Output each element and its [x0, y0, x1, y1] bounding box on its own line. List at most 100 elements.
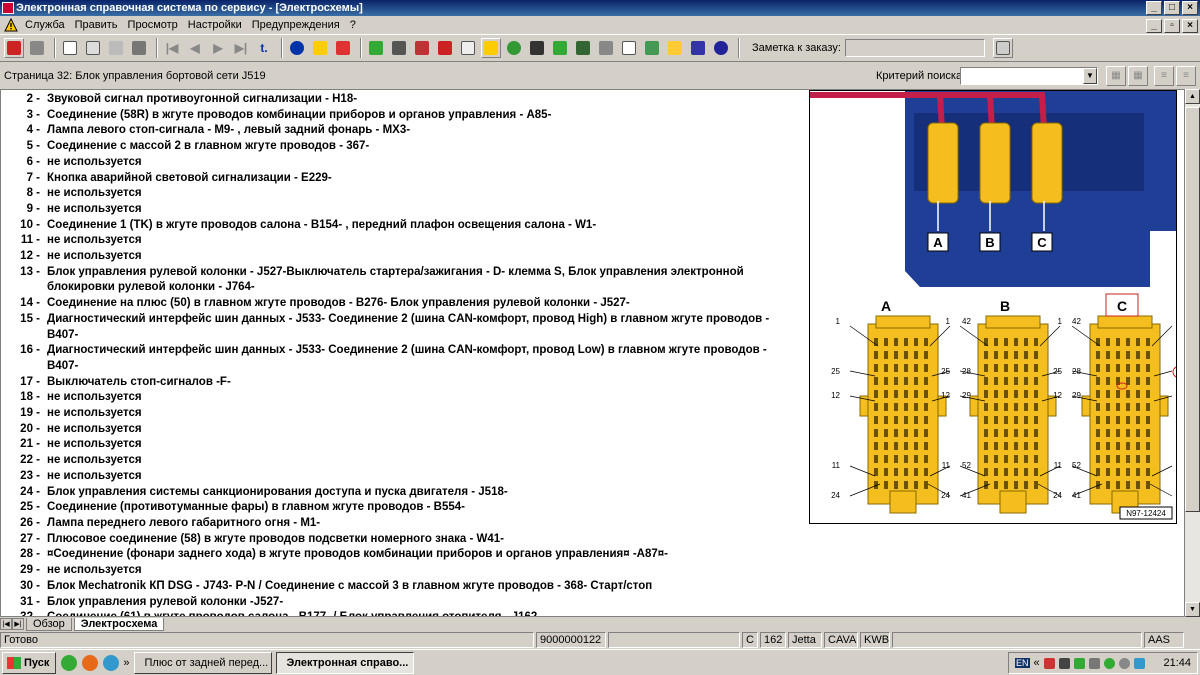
pin-label-tr: 42 — [962, 317, 971, 326]
tray-icon-1[interactable] — [1043, 657, 1055, 669]
menu-settings[interactable]: Настройки — [183, 16, 247, 34]
tool-icon-8[interactable] — [573, 38, 593, 58]
scroll-down-icon[interactable]: ▼ — [1185, 602, 1200, 617]
pin-number: 17 - — [20, 375, 40, 388]
vertical-scrollbar[interactable]: ▲ ▼ — [1185, 89, 1200, 617]
tool-icon-11[interactable] — [665, 38, 685, 58]
tray-icon-5[interactable] — [1103, 657, 1115, 669]
tool-icon-3[interactable] — [412, 38, 432, 58]
mdi-close-button[interactable]: × — [1182, 19, 1198, 33]
order-note-input[interactable] — [844, 39, 985, 57]
pin-description: не используется — [47, 438, 142, 451]
tool-icon-6[interactable] — [527, 38, 547, 58]
edit-document-icon[interactable] — [83, 38, 103, 58]
pin-description: ¤Соединение (фонари заднего хода) в жгут… — [47, 548, 669, 561]
pin-number: 30 - — [20, 579, 40, 592]
tool-icon-9[interactable] — [596, 38, 616, 58]
close-button[interactable]: × — [1182, 1, 1198, 15]
pin-description: не используется — [47, 391, 142, 404]
chevron-down-icon[interactable]: ▼ — [1083, 68, 1097, 84]
tool-icon-12[interactable] — [688, 38, 708, 58]
tool-icon-4[interactable] — [435, 38, 455, 58]
car-icon[interactable] — [129, 38, 149, 58]
quicklaunch-icon-2[interactable] — [103, 654, 120, 671]
tray-icon-3[interactable] — [1073, 657, 1085, 669]
menu-help[interactable]: ? — [345, 16, 361, 34]
tool-icon-10[interactable] — [642, 38, 662, 58]
pin-row: 5 - Соединение с массой 2 в главном жгуте… — [1, 139, 801, 155]
prev-page-icon[interactable]: ◀ — [185, 38, 205, 58]
pin-row: 22 - не используется — [1, 453, 801, 469]
search-icon[interactable]: ▦ — [1106, 66, 1126, 86]
tool-icon-7[interactable] — [550, 38, 570, 58]
scroll-thumb[interactable] — [1185, 107, 1200, 512]
pin-label-br1: 52 — [1072, 461, 1081, 470]
maximize-button[interactable]: □ — [1164, 1, 1180, 15]
tab-wiring-diagram[interactable]: Электросхема — [73, 617, 165, 631]
tool-icon-5[interactable] — [458, 38, 478, 58]
document-view-icon[interactable] — [106, 38, 126, 58]
pin-row: 25 - Соединение (противотуманные фары) в … — [1, 500, 801, 516]
pin-number: 24 - — [20, 485, 40, 498]
warning-tool-icon[interactable] — [481, 38, 501, 58]
search-next-icon[interactable]: ▦ — [1128, 66, 1148, 86]
exit-icon[interactable] — [4, 38, 24, 58]
pin-description: не используется — [47, 564, 142, 577]
tab-nav-last-icon[interactable]: ▶| — [12, 618, 24, 630]
indent-out-icon[interactable]: ≡ — [1176, 66, 1196, 86]
pin-description: Блок управления системы санкционирования… — [47, 485, 508, 498]
tray-icon-4[interactable] — [1088, 657, 1100, 669]
first-page-icon[interactable]: |◀ — [162, 38, 182, 58]
start-button[interactable]: Пуск — [2, 651, 57, 674]
pin-number: 23 - — [20, 469, 40, 482]
hint-icon[interactable] — [310, 38, 330, 58]
indent-in-icon[interactable]: ≡ — [1154, 66, 1174, 86]
scroll-up-icon[interactable]: ▲ — [1185, 89, 1200, 104]
pin-number: 19 - — [20, 407, 40, 420]
language-indicator[interactable]: EN — [1015, 658, 1030, 668]
tray-icon-2[interactable] — [1058, 657, 1070, 669]
next-page-icon[interactable]: ▶ — [208, 38, 228, 58]
tab-nav-first-icon[interactable]: |◀ — [0, 618, 12, 630]
order-note-icon[interactable] — [992, 38, 1013, 58]
firefox-icon[interactable] — [82, 654, 99, 671]
mdi-restore-button[interactable]: ▫ — [1164, 19, 1180, 33]
pin-row: 24 - Блок управления системы санкциониров… — [1, 485, 801, 501]
pin-description: Соединение 1 (TK) в жгуте проводов салон… — [47, 218, 597, 231]
task-elsa[interactable]: Электронная справо... — [275, 651, 414, 674]
globe-icon[interactable] — [504, 38, 524, 58]
tray-arrow-icon[interactable]: « — [1034, 657, 1040, 669]
minimize-button[interactable]: _ — [1146, 1, 1162, 15]
tray-icon-6[interactable] — [1118, 657, 1130, 669]
menu-warnings[interactable]: Предупреждения — [247, 16, 345, 34]
tool-icon-2[interactable] — [389, 38, 409, 58]
quicklaunch-more-icon[interactable]: » — [123, 657, 129, 669]
document-view: 2 - Звуковой сигнал противоугонной сигнал… — [0, 89, 1185, 617]
checklist-icon[interactable] — [619, 38, 639, 58]
quicklaunch-icon-1[interactable] — [61, 654, 78, 671]
pin-label-bl1: 11 — [832, 461, 841, 470]
flag-icon[interactable] — [711, 38, 731, 58]
pin-row: 15 - Диагностический интерфейс шин данных… — [1, 312, 801, 343]
tool-icon-1[interactable] — [366, 38, 386, 58]
task-browser[interactable]: Плюс от задней перед... — [133, 651, 272, 674]
menu-view[interactable]: Просмотр — [123, 16, 183, 34]
menu-service[interactable]: Служба — [20, 16, 70, 34]
pin-row: 20 - не используется — [1, 422, 801, 438]
tray-icon-7[interactable] — [1133, 657, 1145, 669]
new-document-icon[interactable] — [60, 38, 80, 58]
pin-label-tl: 1 — [836, 317, 841, 326]
pin-description: не используется — [47, 202, 142, 215]
pin-description: Соединение (61) в жгуте проводов салона … — [47, 610, 787, 616]
pin-row: 16 - Диагностический интерфейс шин данных… — [1, 343, 801, 374]
last-page-icon[interactable]: ▶| — [231, 38, 251, 58]
swap-icon[interactable] — [333, 38, 353, 58]
menu-edit[interactable]: Править — [70, 16, 123, 34]
print-icon[interactable] — [27, 38, 47, 58]
jump-icon[interactable]: t. — [254, 38, 274, 58]
info-icon[interactable] — [287, 38, 307, 58]
search-criteria-select[interactable]: ▼ — [960, 67, 1098, 85]
mdi-minimize-button[interactable]: _ — [1146, 19, 1162, 33]
tab-overview[interactable]: Обзор — [26, 617, 72, 631]
warning-icon[interactable] — [4, 18, 18, 32]
